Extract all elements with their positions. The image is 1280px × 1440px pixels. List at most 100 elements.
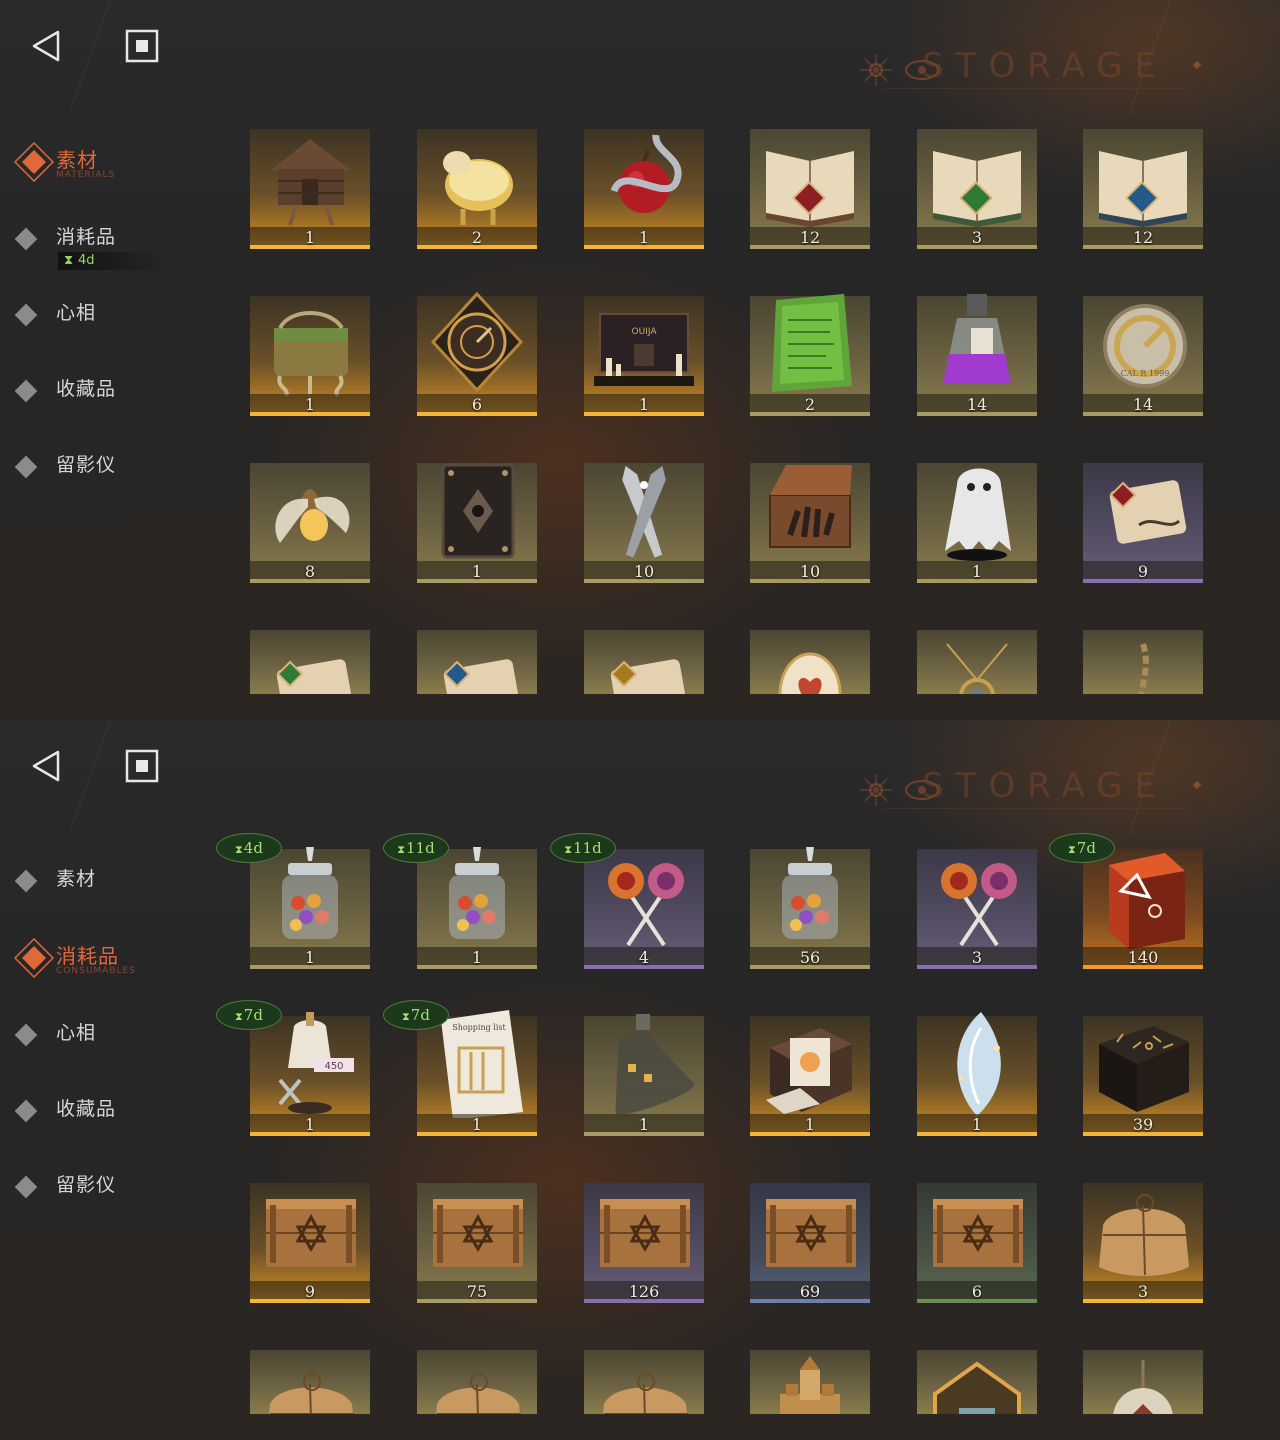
inventory-item-tile[interactable] xyxy=(1083,1350,1203,1414)
nav-collectibles[interactable]: 收藏品 xyxy=(14,1094,218,1144)
pocket-watch-icon: CAL R 1999 xyxy=(1093,288,1193,398)
nav-collectibles[interactable]: 收藏品 xyxy=(14,374,218,424)
hourglass-icon: ⧗ xyxy=(235,1010,243,1023)
nav-expiry-timer: ⧗ 4d xyxy=(58,252,168,270)
tailor-mannequin-icon: 450 xyxy=(260,1008,360,1118)
inventory-item-tile[interactable] xyxy=(584,630,704,694)
heart-egg-icon xyxy=(760,634,860,694)
inventory-item-tile[interactable]: 8 xyxy=(250,463,370,583)
inventory-item-tile[interactable]: 69 xyxy=(750,1183,870,1303)
nav-diamond-icon xyxy=(14,1099,38,1123)
hut-on-legs-icon xyxy=(260,121,360,231)
inventory-item-tile[interactable]: 450 1 ⧗7d xyxy=(216,1000,370,1136)
gift-box-icon xyxy=(760,1008,860,1118)
home-button[interactable] xyxy=(124,28,160,64)
timer-text: 11d xyxy=(406,839,435,857)
inventory-item-tile[interactable]: 1 xyxy=(250,129,370,249)
inventory-item-tile[interactable]: Shopping list 1 ⧗7d xyxy=(383,1000,537,1136)
title-ornament xyxy=(1192,780,1202,790)
blue-rune-book-icon xyxy=(1093,121,1193,231)
inventory-item-tile[interactable]: CAL R 1999 14 xyxy=(1083,296,1203,416)
inventory-item-tile[interactable]: 12 xyxy=(1083,129,1203,249)
item-count: 6 xyxy=(971,1282,983,1301)
nav-consumables[interactable]: 消耗品 CONSUMABLES xyxy=(13,937,218,990)
inventory-item-tile[interactable]: 1 ⧗4d xyxy=(216,833,370,969)
inventory-item-tile[interactable]: 1 ⧗11d xyxy=(383,833,537,969)
item-count: 14 xyxy=(966,395,988,414)
inventory-item-tile[interactable] xyxy=(417,630,537,694)
decor-line xyxy=(68,720,111,834)
candy-jar-icon xyxy=(427,841,527,951)
inventory-item-tile[interactable]: 1 xyxy=(417,463,537,583)
inventory-item-tile[interactable]: 2 xyxy=(750,294,870,416)
inventory-item-tile[interactable]: 1 xyxy=(917,463,1037,583)
wooden-crate-icon xyxy=(594,1175,694,1285)
nav-psychube[interactable]: 心相 xyxy=(14,1018,218,1068)
title-ornament xyxy=(1192,60,1202,70)
inventory-item-tile[interactable]: 75 xyxy=(417,1183,537,1303)
inventory-item-tile[interactable] xyxy=(750,1350,870,1414)
svg-text:OUIJA: OUIJA xyxy=(632,327,658,337)
nav-materials[interactable]: 素材 xyxy=(14,864,218,914)
item-count: 69 xyxy=(799,1282,821,1301)
nav-label: 收藏品 xyxy=(56,378,117,400)
golden-sheep-icon xyxy=(427,121,527,231)
home-button[interactable] xyxy=(124,748,160,784)
inventory-item-tile[interactable]: 6 xyxy=(417,291,537,416)
inventory-item-tile[interactable]: 3 xyxy=(917,129,1037,249)
inventory-item-tile[interactable]: 3 xyxy=(1083,1183,1203,1303)
apple-serpent-icon xyxy=(594,121,694,231)
candy-jar-icon xyxy=(260,841,360,951)
item-count: 126 xyxy=(628,1282,660,1301)
inventory-item-tile[interactable]: 1 xyxy=(584,129,704,249)
item-count: 1 xyxy=(638,395,650,414)
inventory-item-tile[interactable] xyxy=(584,1350,704,1414)
inventory-item-tile[interactable]: 140 ⧗7d xyxy=(1049,833,1203,969)
inventory-item-tile[interactable]: 6 xyxy=(917,1183,1037,1303)
wooden-crate-icon xyxy=(427,1175,527,1285)
inventory-item-tile[interactable] xyxy=(417,1350,537,1414)
inventory-item-tile[interactable]: 10 xyxy=(584,463,704,583)
inventory-item-tile[interactable]: 12 xyxy=(750,129,870,249)
inventory-item-tile[interactable]: 1 xyxy=(584,1014,704,1136)
parcel-icon xyxy=(1093,1175,1193,1285)
item-count: 1 xyxy=(471,1115,483,1134)
inventory-item-tile[interactable] xyxy=(917,630,1037,694)
hourglass-icon: ⧗ xyxy=(397,843,406,856)
inventory-item-tile[interactable]: 1 xyxy=(917,1012,1037,1136)
back-button[interactable] xyxy=(28,748,64,784)
inventory-item-tile[interactable]: 126 xyxy=(584,1183,704,1303)
item-count: 1 xyxy=(638,228,650,247)
gold-scroll-icon xyxy=(594,634,694,694)
inventory-item-tile[interactable]: 39 xyxy=(1083,1016,1203,1136)
inventory-item-tile[interactable]: 2 xyxy=(417,129,537,249)
inventory-item-tile[interactable]: 9 xyxy=(250,1183,370,1303)
nav-materials[interactable]: 素材 MATERIALS xyxy=(13,141,218,194)
firefly-icon xyxy=(260,455,360,565)
nav-consumables[interactable]: 消耗品 ⧗ 4d xyxy=(14,222,218,272)
inventory-item-tile[interactable]: 14 xyxy=(917,294,1037,416)
inventory-item-tile[interactable]: 3 xyxy=(917,849,1037,969)
nav-projector[interactable]: 留影仪 xyxy=(14,1170,218,1220)
item-count: 1 xyxy=(971,562,983,581)
inventory-item-tile[interactable] xyxy=(1083,630,1203,694)
back-button[interactable] xyxy=(28,28,64,64)
inventory-item-tile[interactable]: OUIJA 1 xyxy=(584,296,704,416)
inventory-item-tile[interactable]: 4 ⧗11d xyxy=(550,833,704,969)
inventory-item-tile[interactable] xyxy=(750,630,870,694)
inventory-item-tile[interactable] xyxy=(250,630,370,694)
inventory-item-tile[interactable]: 56 xyxy=(750,847,870,969)
inventory-item-tile[interactable] xyxy=(250,1350,370,1414)
astrolabe-icon xyxy=(427,288,527,398)
item-count: 10 xyxy=(633,562,655,581)
inventory-item-tile[interactable]: 1 xyxy=(250,296,370,416)
inventory-item-tile[interactable]: 10 xyxy=(750,463,870,583)
inventory-item-tile[interactable] xyxy=(917,1350,1037,1414)
nav-label: 素材 xyxy=(56,868,97,890)
expiry-timer-badge: ⧗11d xyxy=(550,833,616,863)
inventory-item-tile[interactable]: 9 xyxy=(1083,463,1203,583)
inventory-item-tile[interactable]: 1 xyxy=(750,1016,870,1136)
item-count: 8 xyxy=(304,562,316,581)
nav-psychube[interactable]: 心相 xyxy=(14,298,218,348)
nav-projector[interactable]: 留影仪 xyxy=(14,450,218,500)
